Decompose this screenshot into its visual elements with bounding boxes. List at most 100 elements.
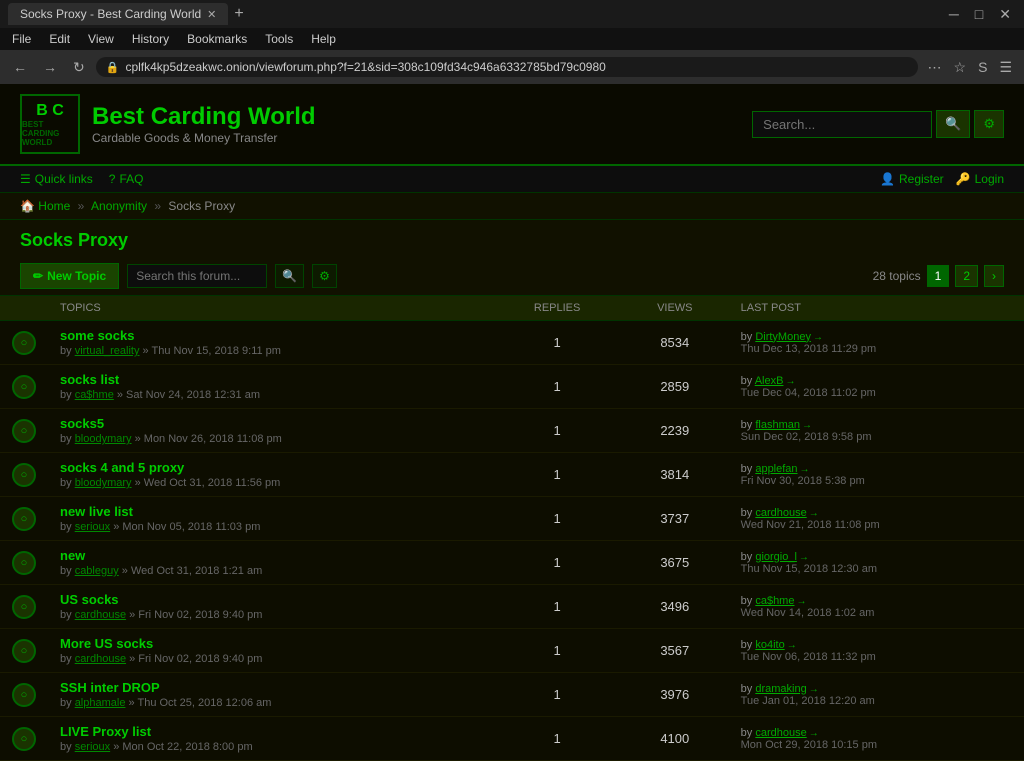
- topic-author-link[interactable]: cardhouse: [75, 653, 126, 665]
- topic-author-link[interactable]: virtual_reality: [75, 345, 140, 357]
- topic-author-link[interactable]: ca$hme: [75, 389, 114, 401]
- topic-lastpost-cell: by flashman→ Sun Dec 02, 2018 9:58 pm: [729, 409, 1024, 453]
- col-views-header: VIEWS: [621, 296, 729, 321]
- topic-lastpost-author-link[interactable]: dramaking: [755, 683, 806, 695]
- login-label: Login: [975, 172, 1004, 186]
- table-row: ○ socks5 by bloodymary » Mon Nov 26, 201…: [0, 409, 1024, 453]
- topic-title-link[interactable]: More US socks: [60, 636, 153, 651]
- topic-views-cell: 4100: [621, 717, 729, 761]
- topic-author-link[interactable]: cableguy: [75, 565, 119, 577]
- menu-history[interactable]: History: [124, 30, 177, 48]
- topic-author-link[interactable]: cardhouse: [75, 609, 126, 621]
- site-logo: B C BEST CARDINGWORLD: [20, 94, 80, 154]
- topic-author-link[interactable]: alphamale: [75, 697, 126, 709]
- pagination-page-1[interactable]: 1: [927, 265, 950, 287]
- quick-links-menu[interactable]: ☰ Quick links: [20, 172, 93, 186]
- pagination-page-2[interactable]: 2: [955, 265, 978, 287]
- topic-icon-cell: ○: [0, 673, 48, 717]
- topic-lastpost-cell: by cardhouse→ Mon Oct 29, 2018 10:15 pm: [729, 717, 1024, 761]
- topic-lastpost-author-link[interactable]: DirtyMoney: [755, 331, 811, 343]
- topic-title-link[interactable]: socks 4 and 5 proxy: [60, 460, 184, 475]
- breadcrumb-sep-2: »: [154, 199, 161, 213]
- header-search-input[interactable]: [752, 111, 932, 138]
- menu-view[interactable]: View: [80, 30, 122, 48]
- topic-title-link[interactable]: SSH inter DROP: [60, 680, 160, 695]
- topic-lastpost-author-link[interactable]: applefan: [755, 463, 797, 475]
- header-search-button[interactable]: 🔍: [936, 110, 970, 138]
- topic-replies-cell: 1: [493, 629, 621, 673]
- table-row: ○ some socks by virtual_reality » Thu No…: [0, 321, 1024, 365]
- topic-status-icon: ○: [12, 639, 36, 663]
- go-icon: →: [796, 596, 806, 607]
- tab-close-btn[interactable]: ✕: [207, 8, 216, 21]
- menu-tools[interactable]: Tools: [257, 30, 301, 48]
- breadcrumb-home[interactable]: Home: [38, 199, 70, 213]
- topic-title-link[interactable]: socks5: [60, 416, 104, 431]
- topic-title-link[interactable]: LIVE Proxy list: [60, 724, 151, 739]
- menu-bookmarks[interactable]: Bookmarks: [179, 30, 255, 48]
- topic-views-cell: 3567: [621, 629, 729, 673]
- forward-button[interactable]: →: [38, 57, 62, 77]
- topic-status-icon: ○: [12, 507, 36, 531]
- topic-lastpost-author-link[interactable]: giorgio_l: [755, 551, 797, 563]
- topic-lastpost-author-link[interactable]: cardhouse: [755, 727, 806, 739]
- menu-file[interactable]: File: [4, 30, 39, 48]
- close-button[interactable]: ✕: [994, 4, 1016, 25]
- table-row: ○ socks list by ca$hme » Sat Nov 24, 201…: [0, 365, 1024, 409]
- topic-replies-cell: 1: [493, 365, 621, 409]
- page-title-bar: Socks Proxy: [0, 220, 1024, 257]
- logo-area: B C BEST CARDINGWORLD Best Carding World…: [20, 94, 316, 154]
- login-icon: 🔑: [956, 172, 971, 186]
- topic-lastpost-author-link[interactable]: AlexB: [755, 375, 784, 387]
- address-bar[interactable]: [125, 60, 907, 74]
- header-search-settings-button[interactable]: ⚙: [974, 110, 1004, 138]
- menu-edit[interactable]: Edit: [41, 30, 78, 48]
- minimize-button[interactable]: ─: [944, 4, 964, 25]
- topic-title-link[interactable]: US socks: [60, 592, 119, 607]
- register-link[interactable]: 👤 Register: [880, 172, 944, 186]
- col-replies-header: REPLIES: [493, 296, 621, 321]
- browser-tab[interactable]: Socks Proxy - Best Carding World ✕: [8, 3, 228, 25]
- topic-author-link[interactable]: bloodymary: [75, 477, 132, 489]
- topic-lastpost-author-link[interactable]: flashman: [755, 419, 800, 431]
- toolbar-left: ✏ New Topic 🔍 ⚙: [20, 263, 337, 289]
- topic-lastpost-author-link[interactable]: ko4ito: [755, 639, 784, 651]
- breadcrumb-anonymity[interactable]: Anonymity: [91, 199, 147, 213]
- topic-author-link[interactable]: bloodymary: [75, 433, 132, 445]
- forum-search-settings-button[interactable]: ⚙: [312, 264, 337, 288]
- topic-title-link[interactable]: new live list: [60, 504, 133, 519]
- refresh-button[interactable]: ↻: [68, 57, 90, 78]
- menu-button[interactable]: ☰: [995, 57, 1016, 78]
- maximize-button[interactable]: □: [970, 4, 988, 25]
- topic-meta: by bloodymary » Mon Nov 26, 2018 11:08 p…: [60, 433, 481, 445]
- header-search-area: 🔍 ⚙: [752, 110, 1004, 138]
- topic-lastpost-author-link[interactable]: cardhouse: [755, 507, 806, 519]
- top-nav-right: 👤 Register 🔑 Login: [880, 172, 1004, 186]
- forum-search-button[interactable]: 🔍: [275, 264, 304, 288]
- login-link[interactable]: 🔑 Login: [956, 172, 1004, 186]
- breadcrumb-sep-1: »: [78, 199, 85, 213]
- site-header: B C BEST CARDINGWORLD Best Carding World…: [0, 84, 1024, 166]
- topic-icon-cell: ○: [0, 365, 48, 409]
- topic-title-link[interactable]: some socks: [60, 328, 134, 343]
- sync-button[interactable]: S: [974, 57, 991, 77]
- topic-title-link[interactable]: new: [60, 548, 85, 563]
- faq-link[interactable]: ? FAQ: [109, 172, 144, 186]
- topic-author-link[interactable]: serioux: [75, 741, 110, 753]
- topic-author-link[interactable]: serioux: [75, 521, 110, 533]
- new-topic-button[interactable]: ✏ New Topic: [20, 263, 119, 289]
- browser-navbar: ← → ↻ 🔒 ⋯ ☆ S ☰: [0, 50, 1024, 84]
- menu-help[interactable]: Help: [303, 30, 344, 48]
- topic-lastpost-author-link[interactable]: ca$hme: [755, 595, 794, 607]
- topic-title-link[interactable]: socks list: [60, 372, 119, 387]
- forum-search-input[interactable]: [127, 264, 267, 288]
- bookmark-button[interactable]: ☆: [950, 57, 971, 78]
- topic-lastpost-cell: by DirtyMoney→ Thu Dec 13, 2018 11:29 pm: [729, 321, 1024, 365]
- back-button[interactable]: ←: [8, 57, 32, 77]
- pagination-next[interactable]: ›: [984, 265, 1004, 287]
- topic-title-cell: LIVE Proxy list by serioux » Mon Oct 22,…: [48, 717, 493, 761]
- topic-icon-cell: ○: [0, 453, 48, 497]
- extensions-button[interactable]: ⋯: [924, 57, 946, 78]
- new-tab-button[interactable]: +: [234, 5, 243, 23]
- topic-views-cell: 3675: [621, 541, 729, 585]
